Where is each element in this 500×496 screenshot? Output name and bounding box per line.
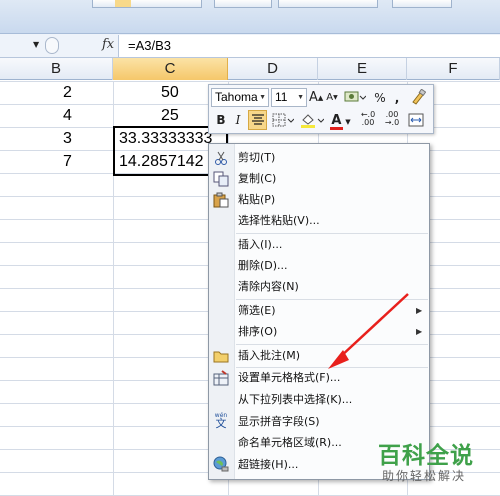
cell-b1[interactable]: 2 (63, 81, 72, 104)
menu-separator (236, 233, 428, 234)
paste-icon (213, 192, 229, 208)
fill-color-icon (301, 114, 325, 128)
ribbon-button[interactable] (278, 0, 378, 8)
percent-style-button[interactable]: % (373, 89, 387, 107)
font-color-button[interactable]: A ▼ (329, 111, 353, 131)
submenu-arrow-icon: ▶ (416, 306, 423, 315)
column-header-f[interactable]: F (407, 58, 500, 80)
cell-c1[interactable]: 50 (161, 81, 179, 104)
watermark-title: 百科全说 (378, 443, 474, 469)
comma-style-button[interactable]: , (391, 89, 403, 107)
hyperlink-globe-icon (213, 456, 229, 472)
borders-icon (272, 113, 295, 127)
menu-item-show-phonetic[interactable]: 显示拼音字段(S) (238, 412, 320, 432)
column-header-c[interactable]: C (113, 58, 228, 80)
font-size-box[interactable]: 11 ▼ (271, 88, 307, 107)
menu-item-format-cells[interactable]: 设置单元格格式(F)... (238, 368, 340, 388)
menu-item-cut[interactable]: 剪切(T) (238, 148, 275, 168)
font-name-box[interactable]: Tahoma ▼ (211, 88, 269, 107)
column-header-b[interactable]: B (0, 58, 113, 80)
ribbon (0, 0, 500, 34)
merge-center-button[interactable] (407, 112, 425, 133)
menu-item-insert[interactable]: 插入(I)... (238, 235, 282, 255)
phonetic-icon: wén 文 (213, 412, 229, 430)
copy-icon (213, 171, 229, 187)
phonetic-icon-char: 文 (215, 417, 227, 430)
menu-item-hyperlink[interactable]: 超链接(H)... (238, 455, 298, 475)
shrink-font-button[interactable]: A▼ (325, 89, 339, 107)
column-header-d[interactable]: D (228, 58, 318, 80)
chevron-down-icon[interactable]: ▼ (259, 89, 266, 106)
menu-item-define-name[interactable]: 命名单元格区域(R)... (238, 433, 342, 453)
ribbon-button[interactable] (214, 0, 272, 8)
submenu-arrow-icon: ▶ (416, 327, 423, 336)
accounting-format-button[interactable] (343, 89, 367, 110)
ribbon-button[interactable] (92, 0, 202, 8)
increase-decimal-button[interactable]: ←.0 .00 (357, 111, 379, 127)
menu-item-paste-special[interactable]: 选择性粘贴(V)... (238, 211, 320, 231)
merge-cells-icon (408, 113, 424, 127)
font-color-letter: A (331, 113, 342, 128)
accounting-format-icon (344, 91, 367, 102)
scissors-icon (213, 150, 229, 166)
align-center-icon (251, 114, 264, 125)
watermark-subtitle: 助你轻松解决 (382, 469, 467, 483)
format-cells-icon (213, 370, 229, 386)
italic-button[interactable]: I (231, 111, 245, 129)
bold-button[interactable]: B (213, 111, 229, 129)
fill-color-button[interactable] (299, 112, 325, 133)
font-name-value: Tahoma (215, 90, 258, 104)
increase-decimal-bottom: .00 (361, 118, 375, 127)
column-header-e[interactable]: E (318, 58, 407, 80)
menu-item-copy[interactable]: 复制(C) (238, 169, 276, 189)
cell-b2[interactable]: 4 (63, 104, 72, 127)
cell-c2[interactable]: 25 (161, 104, 179, 127)
column-headers: B C D E F (0, 58, 500, 80)
ribbon-button[interactable] (392, 0, 452, 8)
menu-item-insert-comment[interactable]: 插入批注(M) (238, 346, 300, 366)
chevron-down-icon[interactable]: ▼ (297, 89, 304, 106)
menu-item-clear-contents[interactable]: 清除内容(N) (238, 277, 299, 297)
menu-item-pick-from-list[interactable]: 从下拉列表中选择(K)... (238, 390, 352, 410)
cell-b3[interactable]: 3 (63, 127, 72, 150)
grow-font-button[interactable]: A▲ (309, 89, 323, 107)
format-painter-icon (412, 88, 427, 105)
center-align-button[interactable] (248, 110, 267, 130)
cell-b4[interactable]: 7 (63, 150, 72, 173)
mini-toolbar: Tahoma ▼ 11 ▼ A▲ A▼ % , B I A ▼ ←.0 .00 … (208, 84, 434, 134)
menu-item-paste[interactable]: 粘贴(P) (238, 190, 275, 210)
decrease-decimal-bottom: →.0 (384, 118, 400, 127)
menu-item-sort[interactable]: 排序(O) (238, 322, 277, 342)
font-size-value: 11 (275, 90, 288, 104)
formula-input[interactable]: =A3/B3 (118, 35, 500, 57)
decrease-decimal-button[interactable]: .00 →.0 (381, 111, 403, 127)
menu-separator (236, 344, 428, 345)
menu-separator (236, 299, 428, 300)
menu-item-filter[interactable]: 筛选(E) (238, 301, 276, 321)
grow-font-label: A (309, 90, 318, 105)
menu-item-delete[interactable]: 删除(D)... (238, 256, 288, 276)
format-painter-button[interactable] (409, 88, 427, 110)
formula-bar-splitter[interactable] (45, 37, 59, 54)
insert-function-icon[interactable]: fx (102, 37, 114, 52)
borders-button[interactable] (271, 112, 295, 133)
comment-icon (213, 348, 229, 364)
name-box-dropdown-icon[interactable]: ▼ (33, 40, 39, 49)
